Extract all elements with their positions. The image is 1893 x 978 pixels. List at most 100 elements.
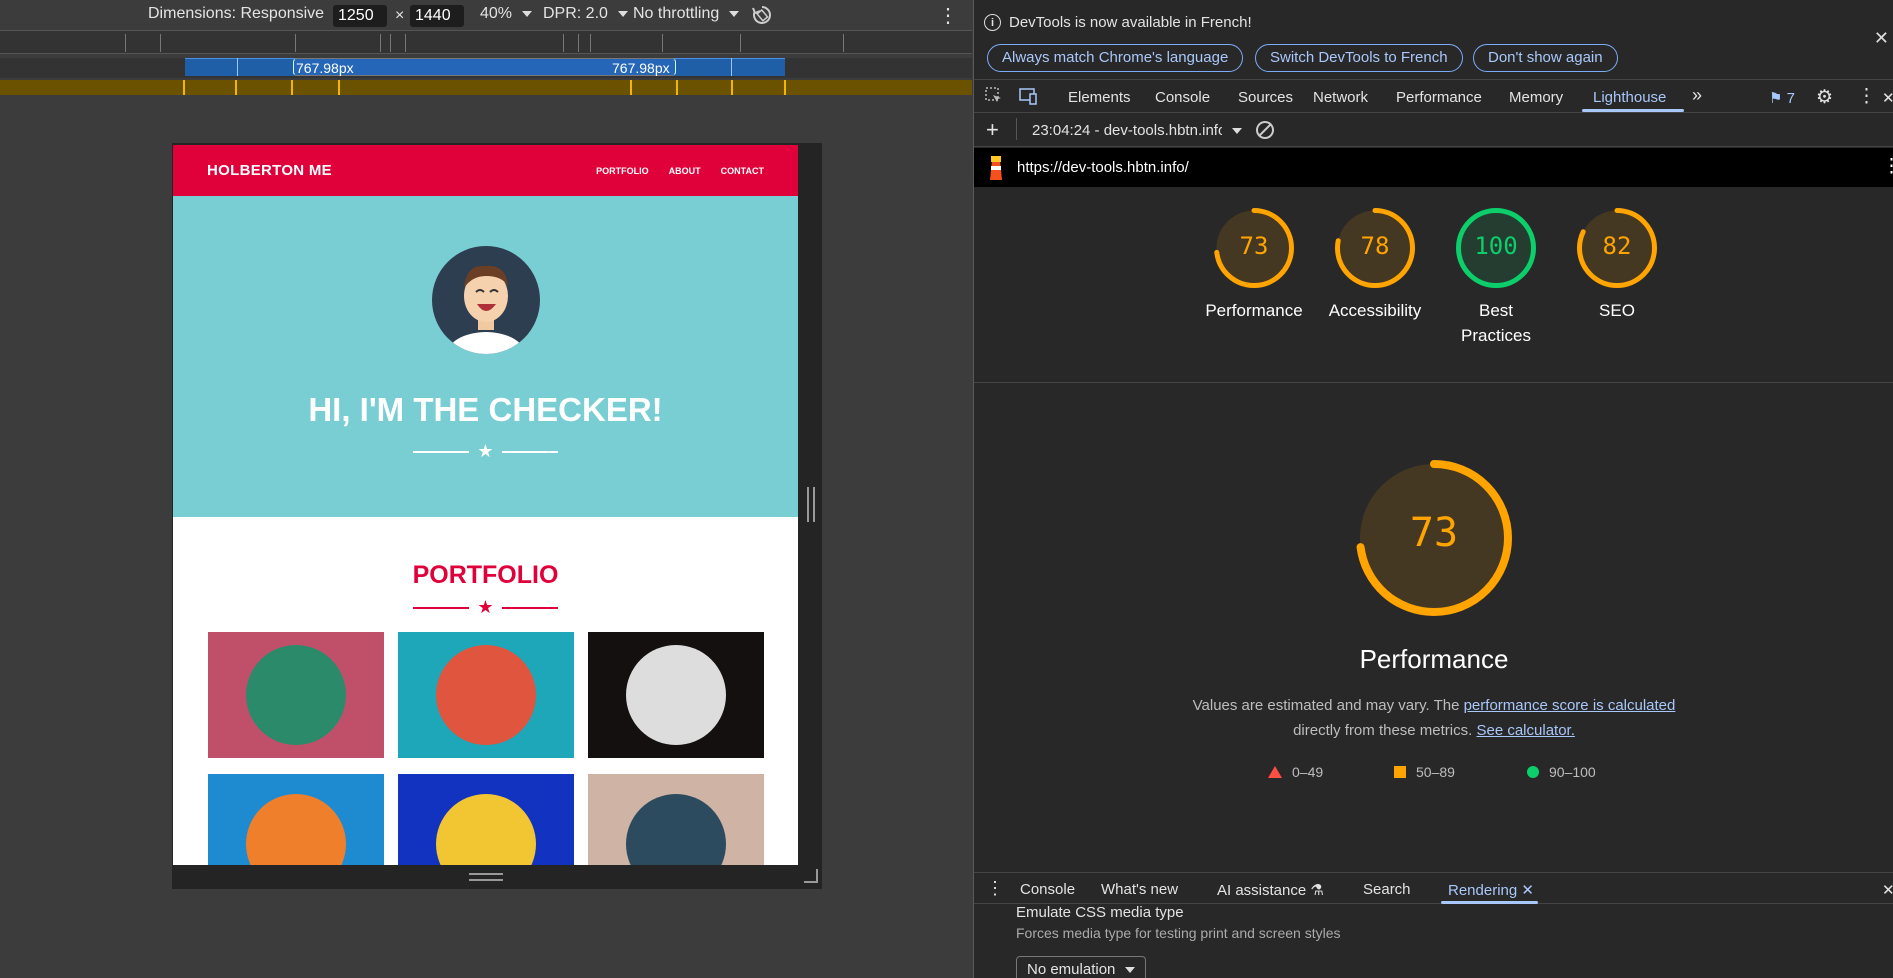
rotate-icon[interactable]: [750, 3, 774, 27]
clear-icon[interactable]: [1255, 120, 1275, 144]
chevron-down-icon: [1125, 966, 1136, 973]
portfolio-section: PORTFOLIO ★: [173, 517, 798, 865]
nav-portfolio[interactable]: PORTFOLIO: [596, 166, 649, 176]
tab-memory[interactable]: Memory: [1509, 89, 1563, 106]
gauge-best-practices[interactable]: 100 Best Practices: [1436, 208, 1556, 348]
drawer-tab-whats-new[interactable]: What's new: [1101, 881, 1178, 898]
height-value[interactable]: 1440: [410, 5, 464, 27]
drawer-menu-icon[interactable]: ⋮: [986, 878, 1004, 899]
throttling-value: No throttling: [633, 5, 720, 22]
report-url[interactable]: https://dev-tools.hbtn.info/: [1017, 159, 1189, 176]
flask-icon: ⚗: [1310, 882, 1324, 899]
circus-tent-icon: [626, 645, 726, 745]
score-calculated-link[interactable]: performance score is calculated: [1464, 697, 1676, 714]
language-infobar: i DevTools is now available in French! A…: [974, 0, 1893, 80]
drawer-tab-ai-assistance[interactable]: AI assistance ⚗: [1217, 881, 1324, 899]
nav-about[interactable]: ABOUT: [669, 166, 701, 176]
fail-triangle-icon: [1268, 766, 1282, 778]
times-sign: ×: [395, 7, 405, 24]
height-input[interactable]: 1440: [410, 5, 464, 27]
drawer-tab-console[interactable]: Console: [1020, 881, 1075, 898]
chevron-down-icon[interactable]: [1232, 128, 1242, 134]
close-drawer-icon[interactable]: ✕: [1882, 881, 1893, 899]
tab-network[interactable]: Network: [1313, 89, 1368, 106]
gear-icon[interactable]: ⚙: [1816, 86, 1833, 109]
star-icon: ★: [477, 597, 494, 617]
inspect-element-icon[interactable]: [984, 86, 1004, 110]
safe-icon: [436, 794, 536, 865]
gauge-performance[interactable]: 73 Performance: [1194, 208, 1314, 323]
drawer-tab-rendering[interactable]: Rendering ✕: [1448, 881, 1534, 899]
tab-lighthouse[interactable]: Lighthouse: [1593, 89, 1666, 106]
add-report-icon[interactable]: +: [986, 117, 999, 143]
performance-big-gauge: 73: [974, 460, 1893, 620]
dpr-value: DPR: 2.0: [543, 5, 608, 22]
resize-handle-corner[interactable]: [804, 869, 818, 883]
portfolio-tile-submarine[interactable]: [588, 774, 764, 865]
resize-handle-right[interactable]: [807, 487, 815, 522]
tab-console[interactable]: Console: [1155, 89, 1210, 106]
hero-section: HI, I'M THE CHECKER! ★: [173, 196, 798, 517]
site-brand[interactable]: HOLBERTON ME: [207, 162, 332, 179]
portfolio-tile-cabin[interactable]: [208, 632, 384, 758]
media-query-bar: [0, 30, 972, 54]
media-type-select[interactable]: No emulation: [1016, 956, 1147, 978]
media-query-ranges[interactable]: 767.98px 767.98px: [0, 58, 972, 78]
gauge-label: Best Practices: [1461, 301, 1531, 345]
gauge-seo[interactable]: 82 SEO: [1557, 208, 1677, 323]
throttling-select[interactable]: No throttling: [633, 5, 740, 23]
see-calculator-link[interactable]: See calculator.: [1476, 722, 1574, 739]
media-range-right-value: 767.98px: [612, 60, 670, 76]
cabin-icon: [246, 645, 346, 745]
infobar-message: DevTools is now available in French!: [1009, 14, 1252, 31]
dpr-select[interactable]: DPR: 2.0: [543, 5, 628, 23]
device-toolbar: Dimensions: Responsive 1250 × 1440 40% D…: [0, 0, 972, 30]
chevron-down-icon: [729, 11, 740, 17]
gauge-value: 100: [1474, 232, 1518, 260]
close-devtools-icon[interactable]: ✕: [1882, 89, 1893, 107]
issues-badge[interactable]: ⚑ 7: [1769, 89, 1795, 107]
gauge-value: 78: [1360, 232, 1390, 260]
avatar: [432, 246, 540, 354]
media-type-desc: Forces media type for testing print and …: [1016, 925, 1341, 941]
tab-elements[interactable]: Elements: [1068, 89, 1131, 106]
devtools-tabbar: Elements Console Sources Network Perform…: [974, 81, 1893, 113]
portfolio-title: PORTFOLIO: [412, 561, 559, 589]
portfolio-tile-game[interactable]: [208, 774, 384, 865]
close-icon[interactable]: ✕: [1521, 882, 1534, 899]
tab-performance[interactable]: Performance: [1396, 89, 1482, 106]
media-range-left-value: 767.98px: [296, 60, 354, 76]
dont-show-again-button[interactable]: Don't show again: [1473, 44, 1618, 72]
nav-contact[interactable]: CONTACT: [721, 166, 764, 176]
site-nav-links: PORTFOLIO ABOUT CONTACT: [596, 166, 764, 176]
match-language-button[interactable]: Always match Chrome's language: [987, 44, 1244, 72]
drawer-tabbar: ⋮ Console What's new AI assistance ⚗ Sea…: [974, 872, 1893, 904]
resize-handle-bottom[interactable]: [469, 873, 503, 881]
gauge-label: SEO: [1599, 301, 1635, 320]
more-tabs-icon[interactable]: »: [1692, 85, 1702, 106]
devtools-panel: i DevTools is now available in French! A…: [973, 0, 1893, 978]
device-toggle-icon[interactable]: [1018, 86, 1038, 110]
width-value[interactable]: 1250: [333, 5, 387, 27]
portfolio-tile-cake[interactable]: [398, 632, 574, 758]
gauge-value: 82: [1602, 232, 1632, 260]
report-select[interactable]: 23:04:24 - dev-tools.hbtn.info: [1032, 122, 1222, 139]
dimensions-select[interactable]: Dimensions: Responsive: [148, 5, 345, 23]
close-icon[interactable]: ✕: [1874, 28, 1889, 49]
more-options-icon[interactable]: ⋮: [1857, 85, 1876, 108]
portfolio-tile-safe[interactable]: [398, 774, 574, 865]
portfolio-divider: ★: [173, 597, 798, 618]
tab-sources[interactable]: Sources: [1238, 89, 1293, 106]
zoom-value: 40%: [480, 5, 513, 22]
more-options-icon[interactable]: ⋮: [938, 3, 958, 28]
performance-note: Values are estimated and may vary. The p…: [1192, 697, 1676, 739]
width-input[interactable]: 1250: [333, 5, 387, 27]
report-menu-icon[interactable]: ⋮: [1882, 155, 1893, 178]
switch-french-button[interactable]: Switch DevTools to French: [1255, 44, 1463, 72]
gauge-accessibility[interactable]: 78 Accessibility: [1315, 208, 1435, 323]
performance-title: Performance: [1359, 644, 1509, 674]
report-url-bar: https://dev-tools.hbtn.info/ ⋮: [974, 148, 1893, 187]
portfolio-tile-circus[interactable]: [588, 632, 764, 758]
zoom-select[interactable]: 40%: [480, 5, 533, 23]
drawer-tab-search[interactable]: Search: [1363, 881, 1411, 898]
